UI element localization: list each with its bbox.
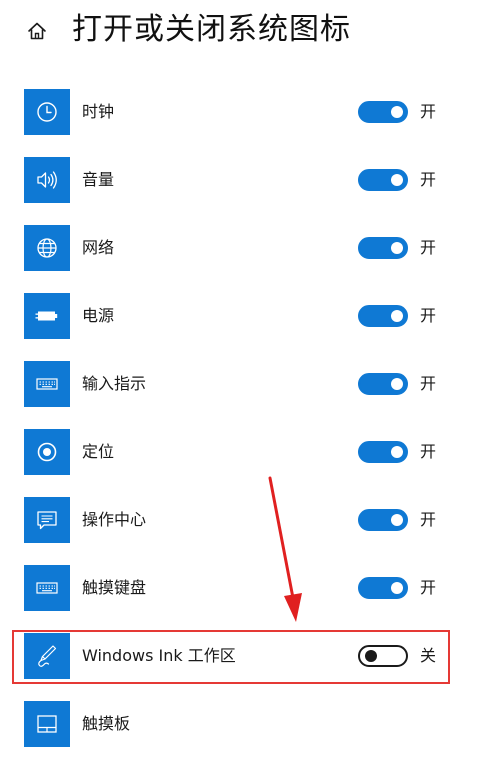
setting-row-location: 定位 开: [0, 419, 500, 487]
toggle-knob: [391, 242, 403, 254]
touch-keyboard-tile: [24, 565, 70, 611]
setting-row-volume: 音量 开: [0, 147, 500, 215]
touch-keyboard-toggle[interactable]: [358, 577, 408, 599]
touchpad-icon: [37, 715, 57, 733]
power-tile: [24, 293, 70, 339]
touchpad-tile: [24, 701, 70, 747]
toggle-knob: [391, 106, 403, 118]
setting-row-action-center: 操作中心 开: [0, 487, 500, 555]
clock-icon: [37, 102, 57, 122]
battery-icon: [35, 311, 58, 321]
home-icon[interactable]: [26, 20, 48, 42]
location-toggle[interactable]: [358, 441, 408, 463]
toggle-state-text: 开: [420, 170, 437, 189]
setting-row-touchpad: 触摸板: [0, 691, 500, 759]
setting-label: 时钟: [82, 102, 115, 121]
volume-toggle[interactable]: [358, 169, 408, 191]
toggle-knob: [391, 582, 403, 594]
input-indicator-tile: [24, 361, 70, 407]
toggle-state-text: 开: [420, 374, 437, 393]
network-toggle[interactable]: [358, 237, 408, 259]
setting-row-network: 网络 开: [0, 215, 500, 283]
location-icon: [37, 442, 57, 462]
setting-row-input-indicator: 输入指示 开: [0, 351, 500, 419]
toggle-knob: [391, 174, 403, 186]
input-indicator-toggle[interactable]: [358, 373, 408, 395]
setting-label: 操作中心: [82, 510, 147, 529]
location-tile: [24, 429, 70, 475]
setting-label: 网络: [82, 238, 115, 257]
toggle-state-text: 开: [420, 578, 437, 597]
toggle-knob: [391, 310, 403, 322]
toggle-knob: [391, 446, 403, 458]
network-tile: [24, 225, 70, 271]
page-title: 打开或关闭系统图标: [72, 12, 351, 47]
setting-label: 触摸键盘: [82, 578, 147, 597]
globe-icon: [37, 238, 57, 258]
keyboard-icon: [36, 378, 58, 390]
clock-toggle[interactable]: [358, 101, 408, 123]
setting-label: 输入指示: [82, 374, 147, 393]
toggle-state-text: 开: [420, 306, 437, 325]
setting-label: 定位: [82, 442, 115, 461]
toggle-knob: [391, 378, 403, 390]
power-toggle[interactable]: [358, 305, 408, 327]
setting-label: 触摸板: [82, 714, 131, 733]
highlight-box: [12, 630, 450, 684]
action-center-toggle[interactable]: [358, 509, 408, 531]
toggle-state-text: 开: [420, 442, 437, 461]
action-center-icon: [37, 511, 57, 530]
toggle-state-text: 开: [420, 102, 437, 121]
setting-label: 电源: [82, 306, 115, 325]
setting-label: 音量: [82, 170, 115, 189]
setting-row-touch-keyboard: 触摸键盘 开: [0, 555, 500, 623]
volume-tile: [24, 157, 70, 203]
setting-row-power: 电源 开: [0, 283, 500, 351]
volume-icon: [37, 171, 57, 189]
toggle-state-text: 开: [420, 510, 437, 529]
toggle-knob: [391, 514, 403, 526]
clock-tile: [24, 89, 70, 135]
setting-row-clock: 时钟 开: [0, 79, 500, 147]
action-center-tile: [24, 497, 70, 543]
touch-keyboard-icon: [36, 582, 58, 594]
toggle-state-text: 开: [420, 238, 437, 257]
page-header: 打开或关闭系统图标: [0, 0, 500, 66]
